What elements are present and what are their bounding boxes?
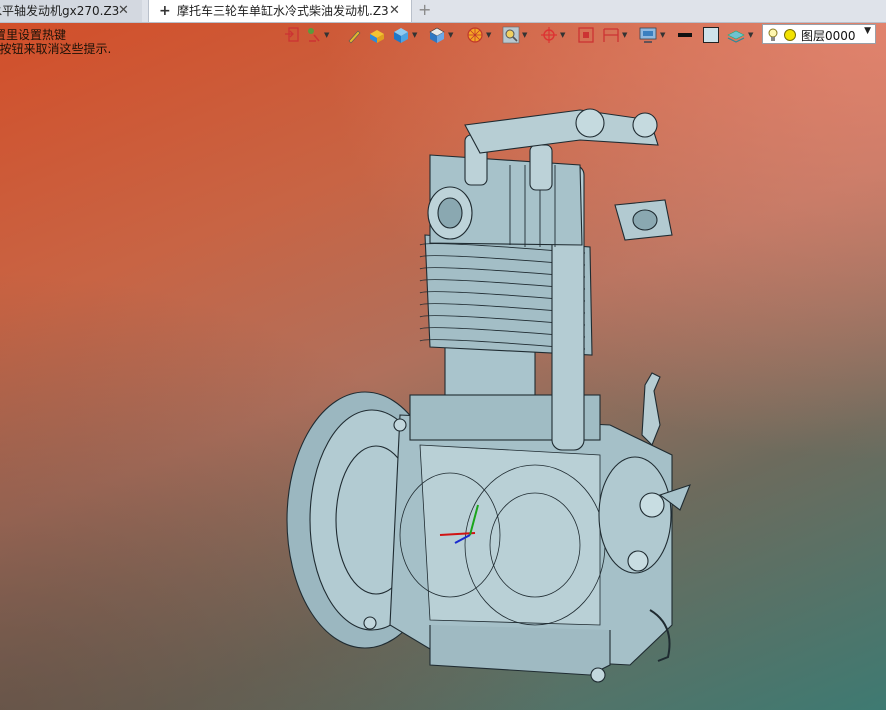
image-icon[interactable] <box>578 26 594 44</box>
fill-color-swatch[interactable] <box>702 26 720 44</box>
zoom-icon[interactable] <box>502 26 520 44</box>
cube-icon[interactable] <box>392 26 410 44</box>
chevron-down-icon[interactable]: ▼ <box>522 31 527 39</box>
align-icon[interactable] <box>306 26 322 44</box>
layer-color-icon[interactable] <box>783 28 797 42</box>
chevron-down-icon[interactable]: ▼ <box>864 26 871 36</box>
tab-bar: 水平轴发动机gx270.Z3 ✕ + 摩托车三轮车单缸水冷式柴油发动机.Z3 ✕… <box>0 0 886 23</box>
chevron-down-icon[interactable]: ▼ <box>486 31 491 39</box>
render-icon[interactable] <box>368 26 386 44</box>
chevron-down-icon[interactable]: ▼ <box>448 31 453 39</box>
hint-line: 置里设置热键 <box>0 28 67 42</box>
tab-gx270[interactable]: 水平轴发动机gx270.Z3 ✕ <box>0 0 142 22</box>
view-cube-icon[interactable] <box>428 26 446 44</box>
tab-label: 水平轴发动机gx270.Z3 <box>0 4 120 18</box>
line-color-swatch[interactable] <box>676 26 694 44</box>
new-tab-button[interactable]: + <box>418 0 431 22</box>
target-icon[interactable] <box>540 26 558 44</box>
hint-text: 置里设置热键 "按钮来取消这些提示. <box>0 28 111 56</box>
hint-line: "按钮来取消这些提示. <box>0 42 112 56</box>
insert-icon[interactable] <box>284 26 300 44</box>
chevron-down-icon[interactable]: ▼ <box>412 31 417 39</box>
layer-select[interactable]: 图层0000 ▼ <box>762 24 876 44</box>
chevron-down-icon[interactable]: ▼ <box>560 31 565 39</box>
display-icon[interactable] <box>638 26 658 44</box>
modified-icon: + <box>159 3 171 19</box>
chevron-down-icon[interactable]: ▼ <box>324 31 329 39</box>
close-icon[interactable]: ✕ <box>118 0 129 22</box>
chevron-down-icon[interactable]: ▼ <box>748 31 753 39</box>
pen-icon[interactable] <box>346 26 362 44</box>
frame-icon[interactable] <box>602 26 620 44</box>
chevron-down-icon[interactable]: ▼ <box>622 31 627 39</box>
layer-stack-icon[interactable] <box>726 26 746 44</box>
3d-viewport[interactable]: 置里设置热键 "按钮来取消这些提示. ▼ ▼ ▼ ▼ ▼ ▼ ▼ ▼ ▼ 图层0… <box>0 23 886 710</box>
tab-diesel-engine[interactable]: + 摩托车三轮车单缸水冷式柴油发动机.Z3 ✕ <box>148 0 412 22</box>
engine-model[interactable] <box>280 65 720 705</box>
view-toolbar: ▼ ▼ ▼ ▼ ▼ ▼ ▼ ▼ ▼ 图层0000 ▼ <box>282 23 886 47</box>
close-icon[interactable]: ✕ <box>389 0 400 22</box>
chevron-down-icon[interactable]: ▼ <box>660 31 665 39</box>
layer-value: 图层0000 <box>801 29 856 43</box>
lightbulb-icon[interactable] <box>767 28 779 42</box>
tab-label: 摩托车三轮车单缸水冷式柴油发动机.Z3 <box>177 4 389 18</box>
color-wheel-icon[interactable] <box>466 26 484 44</box>
